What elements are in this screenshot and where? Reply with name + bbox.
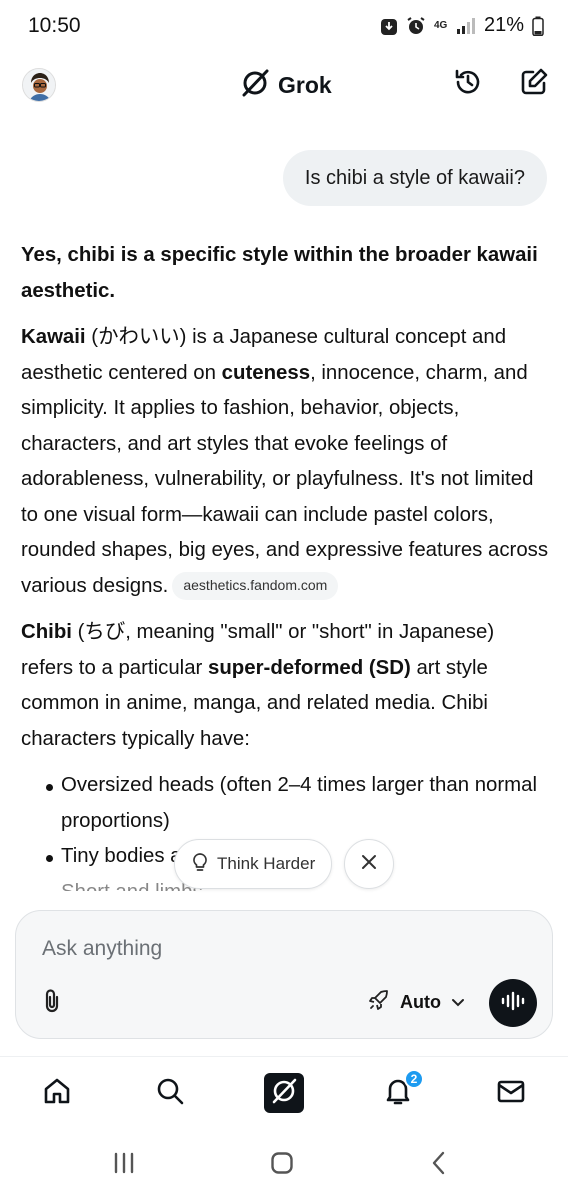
nav-notifications[interactable]: 2 [380, 1069, 424, 1111]
voice-mode-button[interactable] [489, 979, 537, 1027]
brand-title: Grok [278, 72, 332, 98]
edit-icon [519, 67, 549, 102]
answer-headline: Yes, chibi is a specific style within th… [21, 244, 538, 302]
kawaii-text-b: , innocence, charm, and simplicity. It a… [21, 361, 549, 597]
user-message: Is chibi a style of kawaii? [282, 150, 547, 206]
grok-logo-icon [269, 1076, 299, 1111]
alarm-icon [406, 16, 426, 36]
back-icon [430, 1151, 448, 1180]
battery-icon [532, 16, 544, 36]
list-item: Oversized heads (often 2–4 times larger … [21, 768, 551, 839]
assistant-answer: Yes, chibi is a specific style within th… [21, 238, 551, 891]
history-icon [453, 67, 483, 102]
rocket-icon [368, 989, 390, 1016]
mail-icon [495, 1075, 527, 1112]
waveform-icon [500, 990, 526, 1017]
think-harder-label: Think Harder [217, 854, 316, 873]
nav-search[interactable] [152, 1075, 188, 1111]
close-icon [361, 854, 377, 875]
new-chat-button[interactable] [518, 68, 550, 100]
mode-label: Auto [400, 992, 441, 1012]
home-circle-icon [270, 1151, 294, 1180]
term-kawaii: Kawaii [21, 326, 86, 348]
avatar[interactable] [22, 68, 56, 102]
history-button[interactable] [452, 68, 484, 100]
lightbulb-icon [191, 852, 209, 877]
composer: Auto [15, 910, 553, 1039]
term-chibi: Chibi [21, 621, 72, 643]
answer-paragraph-kawaii: Kawaii (かわいい) is a Japanese cultural con… [21, 320, 551, 604]
status-icons: 4G 21% [380, 14, 544, 37]
grok-logo-icon [240, 68, 270, 103]
think-harder-button[interactable]: Think Harder [174, 839, 333, 889]
app-header: Grok [0, 60, 568, 110]
nav-grok[interactable] [264, 1073, 304, 1113]
network-type: 4G [433, 19, 448, 31]
download-icon [380, 16, 398, 36]
answer-paragraph-chibi: Chibi (ちび, meaning "small" or "short" in… [21, 615, 551, 757]
recents-icon [112, 1152, 136, 1179]
bottom-nav: 2 [0, 1056, 568, 1132]
ask-input[interactable] [42, 937, 442, 961]
nav-home[interactable] [39, 1075, 75, 1111]
notification-badge: 2 [404, 1069, 424, 1089]
chevron-down-icon [451, 992, 465, 1013]
source-chip[interactable]: aesthetics.fandom.com [172, 571, 339, 600]
nav-messages[interactable] [493, 1075, 529, 1111]
home-icon [41, 1075, 73, 1112]
recents-button[interactable] [109, 1152, 139, 1178]
term-super-deformed: super-deformed (SD) [208, 656, 411, 679]
system-nav [0, 1132, 568, 1199]
dismiss-button[interactable] [344, 839, 395, 889]
status-time: 10:50 [28, 14, 81, 37]
home-button[interactable] [267, 1151, 297, 1180]
search-icon [154, 1075, 186, 1112]
model-mode-selector[interactable]: Auto [368, 989, 465, 1016]
attach-button[interactable] [38, 988, 66, 1019]
grok-brand: Grok [240, 68, 332, 103]
think-harder-row: Think Harder [174, 839, 395, 889]
paperclip-icon [43, 988, 61, 1019]
back-button[interactable] [424, 1151, 454, 1180]
signal-icon [456, 17, 476, 35]
term-cuteness: cuteness [221, 361, 311, 384]
battery-level: 21% [483, 14, 524, 36]
status-bar: 10:50 4G 21% [0, 0, 568, 56]
